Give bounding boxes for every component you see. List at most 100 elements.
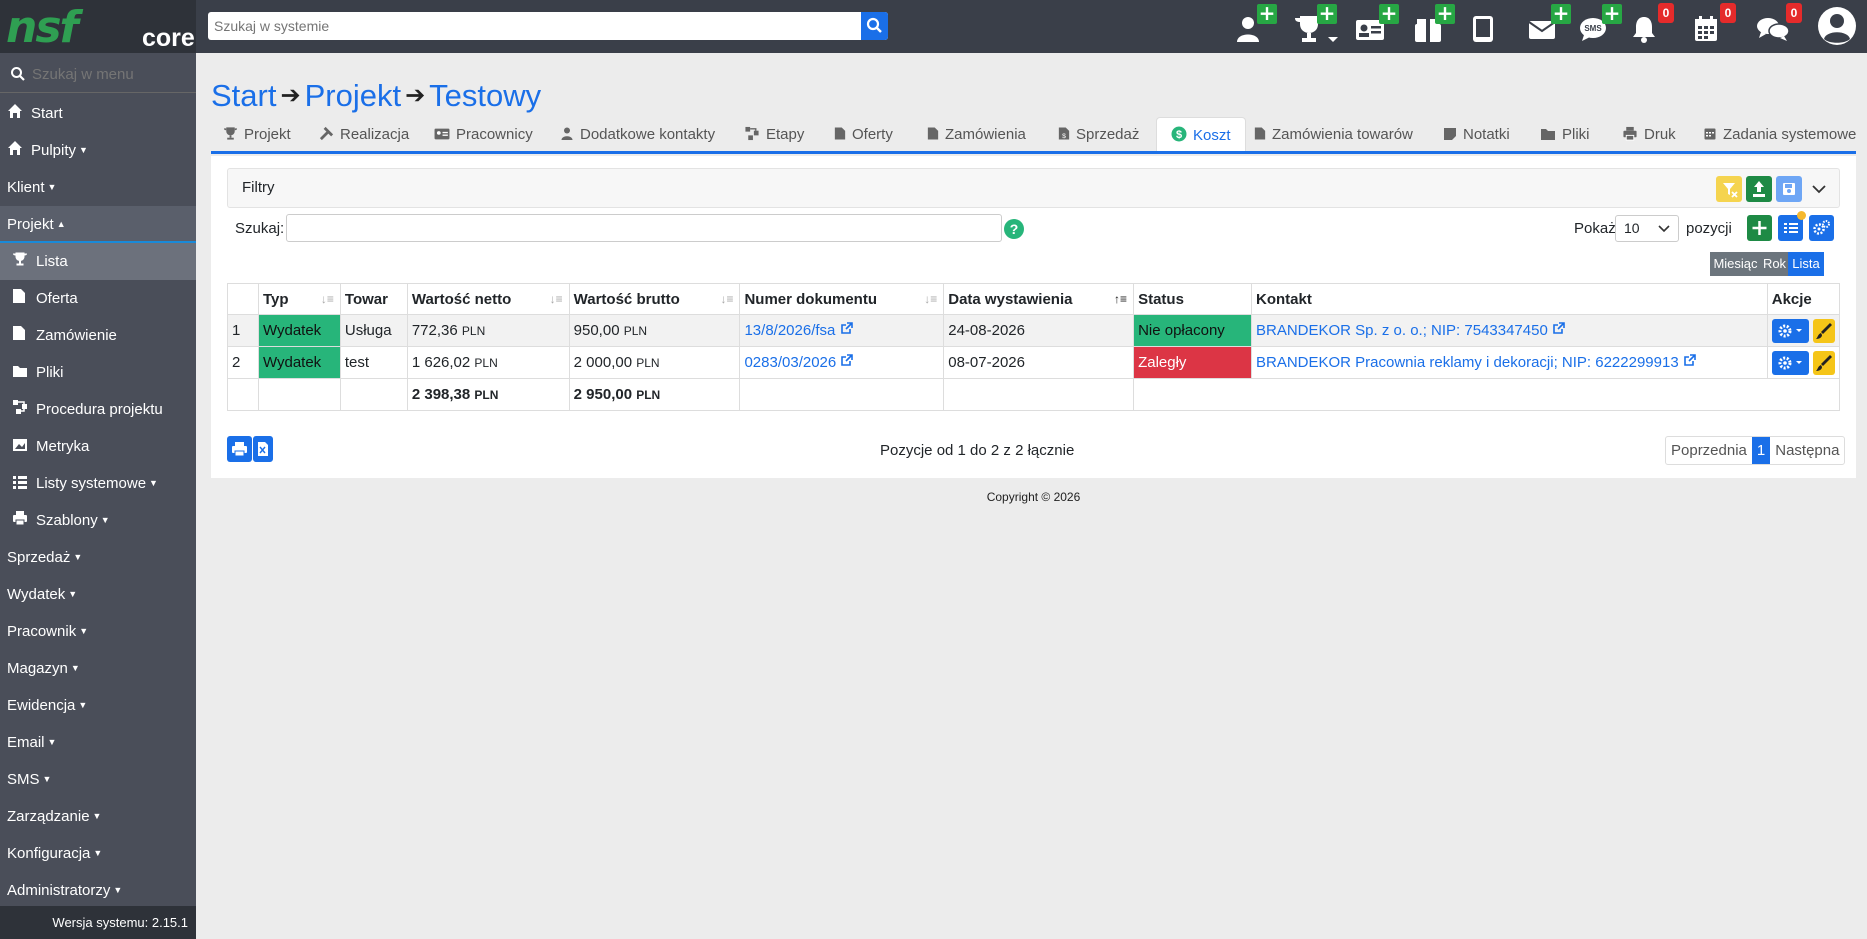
- row-settings-button[interactable]: [1771, 350, 1809, 375]
- tab-zamowienia-towarow[interactable]: Zamówienia towarów: [1254, 117, 1413, 153]
- tab-underline: [211, 151, 1856, 154]
- row-edit-button[interactable]: [1812, 350, 1835, 375]
- export-excel-button[interactable]: [253, 436, 273, 462]
- tab-projekt[interactable]: Projekt: [223, 117, 291, 153]
- add-client-button[interactable]: +: [1235, 3, 1277, 46]
- add-sms-button[interactable]: SMS +: [1578, 3, 1622, 46]
- sidebar-item-procedura[interactable]: Procedura projektu: [0, 391, 196, 428]
- breadcrumb-start[interactable]: Start: [211, 78, 276, 113]
- col-status[interactable]: Status: [1133, 283, 1252, 315]
- page-size-select[interactable]: 10: [1615, 215, 1679, 242]
- col-towar[interactable]: Towar: [339, 283, 408, 315]
- tab-zamowienia[interactable]: Zamówienia: [927, 117, 1026, 153]
- sidebar-item-lista[interactable]: Lista: [0, 243, 196, 280]
- external-link-icon[interactable]: [840, 322, 853, 335]
- logo[interactable]: nsf core: [0, 0, 196, 53]
- external-link-icon[interactable]: [840, 354, 854, 367]
- external-link-icon[interactable]: [1683, 354, 1696, 367]
- contact-link[interactable]: BRANDEKOR Sp. z o. o.; NIP: 7543347450: [1256, 322, 1548, 339]
- sidebar-item-label: Pracownik: [7, 623, 77, 640]
- sidebar-item-zarzadzanie[interactable]: Zarządzanie ▼: [0, 798, 196, 835]
- document-link[interactable]: 0283/03/2026: [744, 354, 836, 371]
- cell-empty: [257, 378, 341, 411]
- tab-koszt[interactable]: $ Koszt: [1156, 117, 1246, 153]
- tab-dodatkowe-kontakty[interactable]: Dodatkowe kontakty: [560, 117, 715, 153]
- col-typ[interactable]: Typ ↓≡: [257, 283, 341, 315]
- col-numer[interactable]: Numer dokumentu ↓≡: [739, 283, 945, 315]
- user-menu-button[interactable]: [1817, 6, 1857, 46]
- sidebar-item-sms[interactable]: SMS ▼: [0, 761, 196, 798]
- sidebar-item-projekt[interactable]: Projekt ▲: [0, 206, 196, 243]
- tab-druk[interactable]: Druk: [1622, 117, 1676, 153]
- sidebar-item-klient[interactable]: Klient ▼: [0, 169, 196, 206]
- external-link-icon[interactable]: [1552, 322, 1565, 335]
- tab-pliki[interactable]: Pliki: [1540, 117, 1590, 153]
- sidebar-item-pracownik[interactable]: Pracownik ▼: [0, 613, 196, 650]
- sidebar-item-administratorzy[interactable]: Administratorzy ▼: [0, 872, 196, 909]
- sidebar-item-email[interactable]: Email ▼: [0, 724, 196, 761]
- arrow-right-icon: ➔: [405, 82, 426, 109]
- col-data[interactable]: Data wystawienia ↑≡: [943, 283, 1135, 315]
- col-netto[interactable]: Wartość netto ↓≡: [406, 283, 570, 315]
- add-order-button[interactable]: +: [1413, 3, 1455, 46]
- sidebar-item-pliki[interactable]: Pliki: [0, 354, 196, 391]
- add-project-button[interactable]: +: [1293, 3, 1338, 46]
- period-list-button[interactable]: Lista: [1788, 252, 1824, 276]
- chat-button[interactable]: 0: [1756, 3, 1802, 46]
- sidebar-item-szablony[interactable]: Szablony ▼: [0, 502, 196, 539]
- print-icon: [13, 510, 27, 526]
- breadcrumb-testowy[interactable]: Testowy: [429, 78, 541, 113]
- sidebar-search-input[interactable]: [32, 64, 190, 84]
- save-filters-button[interactable]: [1776, 176, 1802, 202]
- add-contact-card-button[interactable]: +: [1355, 3, 1399, 46]
- breadcrumb-projekt[interactable]: Projekt: [305, 78, 401, 113]
- sidebar-item-konfiguracja[interactable]: Konfiguracja ▼: [0, 835, 196, 872]
- add-email-button[interactable]: +: [1527, 3, 1571, 46]
- cell-empty: [1133, 378, 1840, 411]
- period-month-button[interactable]: Miesiąc: [1710, 252, 1761, 276]
- document-link[interactable]: 13/8/2026/fsa: [744, 322, 835, 339]
- columns-button[interactable]: [1778, 211, 1806, 241]
- sidebar-item-metryka[interactable]: Metryka: [0, 428, 196, 465]
- sidebar-item-start[interactable]: Start: [0, 95, 196, 132]
- tablet-button[interactable]: [1470, 10, 1506, 46]
- sidebar-item-oferta[interactable]: Oferta: [0, 280, 196, 317]
- period-year-button[interactable]: Rok: [1761, 252, 1788, 276]
- tab-etapy[interactable]: Etapy: [744, 117, 804, 153]
- tab-oferty[interactable]: Oferty: [834, 117, 893, 153]
- row-settings-button[interactable]: [1771, 318, 1809, 343]
- tab-notatki[interactable]: Notatki: [1443, 117, 1510, 153]
- next-page-button[interactable]: Następna: [1770, 437, 1844, 464]
- print-button[interactable]: [227, 436, 252, 462]
- tab-sprzedaz[interactable]: $ Sprzedaż: [1058, 117, 1139, 153]
- table-search-input[interactable]: [286, 214, 1002, 242]
- tab-zadania-systemowe[interactable]: Zadania systemowe: [1703, 117, 1856, 153]
- row-edit-button[interactable]: [1812, 318, 1835, 343]
- sidebar-item-pulpity[interactable]: Pulpity ▼: [0, 132, 196, 169]
- col-kontakt[interactable]: Kontakt: [1250, 283, 1768, 315]
- tab-realizacja[interactable]: Realizacja: [319, 117, 409, 153]
- tab-pracownicy[interactable]: Pracownicy: [434, 117, 533, 153]
- global-search-input[interactable]: [208, 12, 862, 40]
- notifications-button[interactable]: 0: [1630, 3, 1674, 46]
- prev-page-button[interactable]: Poprzednia: [1666, 437, 1752, 464]
- add-cost-button[interactable]: [1747, 215, 1772, 241]
- page-1-button[interactable]: 1: [1751, 437, 1771, 464]
- col-akcje: Akcje: [1766, 283, 1841, 315]
- collapse-filters-button[interactable]: [1806, 176, 1832, 202]
- help-icon[interactable]: ?: [1004, 219, 1024, 239]
- sidebar-item-wydatek[interactable]: Wydatek ▼: [0, 576, 196, 613]
- sidebar-item-ewidencja[interactable]: Ewidencja ▼: [0, 687, 196, 724]
- home-icon: [8, 103, 22, 118]
- export-button[interactable]: [1746, 176, 1772, 202]
- settings-button[interactable]: [1809, 215, 1834, 241]
- filters-header[interactable]: Filtry: [227, 168, 1840, 208]
- calendar-button[interactable]: 0: [1692, 3, 1736, 46]
- clear-filters-button[interactable]: [1716, 176, 1742, 202]
- sidebar-item-zamowienie[interactable]: Zamówienie: [0, 317, 196, 354]
- sidebar-item-magazyn[interactable]: Magazyn ▼: [0, 650, 196, 687]
- col-brutto[interactable]: Wartość brutto ↓≡: [568, 283, 741, 315]
- sidebar-item-sprzedaz[interactable]: Sprzedaż ▼: [0, 539, 196, 576]
- contact-link[interactable]: BRANDEKOR Pracownia reklamy i dekoracji;…: [1256, 354, 1679, 371]
- global-search-button[interactable]: [861, 12, 888, 40]
